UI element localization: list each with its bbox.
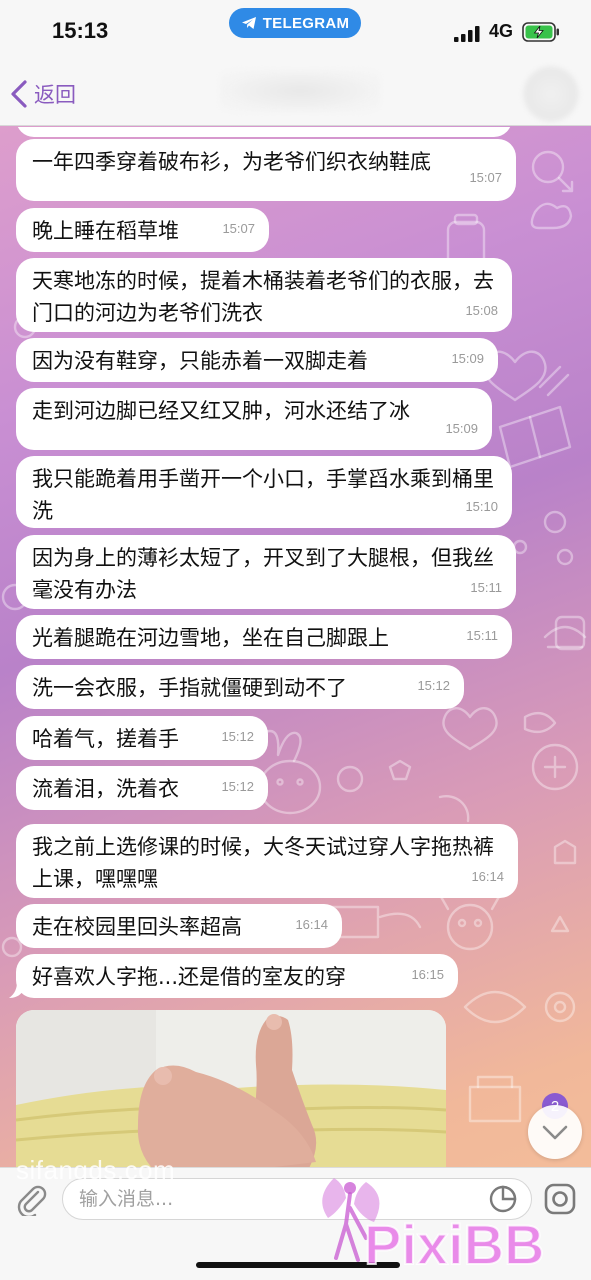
message-time: 15:11 (466, 628, 498, 643)
chat-title-obscured[interactable] (220, 70, 380, 112)
message-bubble[interactable]: 晚上睡在稻草堆 15:07 (16, 208, 269, 252)
status-time: 15:13 (52, 18, 109, 43)
message-text: 好喜欢人字拖...还是借的室友的穿 (32, 965, 347, 989)
message-bubble[interactable]: 我之前上选修课的时候，大冬天试过穿人字拖热裤上课，嘿嘿嘿 16:14 (16, 824, 518, 898)
chat-avatar[interactable] (523, 66, 579, 122)
message-time: 15:12 (221, 729, 254, 744)
message-bubble[interactable]: 天寒地冻的时候，提着木桶装着老爷们的衣服，去门口的河边为老爷们洗衣 15:08 (16, 258, 512, 332)
chevron-left-icon (11, 80, 27, 108)
message-text: 光着腿跪在河边雪地，坐在自己脚跟上 (32, 626, 389, 650)
message-time: 15:12 (221, 779, 254, 794)
message-bubble[interactable]: 哈着气，搓着手 15:12 (16, 716, 268, 760)
message-bubble[interactable]: 洗一会衣服，手指就僵硬到动不了 15:12 (16, 665, 464, 709)
photo-feet-on-towel (16, 1010, 446, 1167)
pixibb-logo-watermark: PixiBB (322, 1178, 546, 1272)
message-bubble[interactable]: 一年四季穿着破布衫，为老爷们织衣纳鞋底 15:07 (16, 139, 516, 201)
telegram-pill[interactable]: TELEGRAM (229, 8, 361, 38)
message-time: 15:09 (445, 421, 478, 436)
message-time: 15:10 (465, 499, 498, 514)
chevron-down-icon (542, 1125, 568, 1140)
paperclip-icon[interactable] (14, 1182, 48, 1216)
previous-message-fragment (16, 127, 512, 137)
message-time: 15:09 (451, 351, 484, 366)
scroll-to-bottom-button[interactable] (528, 1105, 582, 1159)
message-bubble[interactable]: 光着腿跪在河边雪地，坐在自己脚跟上 15:11 (16, 615, 512, 659)
cellular-signal-icon (454, 26, 480, 42)
message-list[interactable]: 一年四季穿着破布衫，为老爷们织衣纳鞋底 15:07 晚上睡在稻草堆 15:07 … (0, 127, 591, 1167)
chat-header: 返回 (0, 62, 591, 126)
message-text: 因为身上的薄衫太短了，开叉到了大腿根，但我丝毫没有办法 (32, 546, 494, 602)
photo-message[interactable] (16, 1010, 446, 1167)
message-time: 16:14 (295, 917, 328, 932)
telegram-icon (241, 17, 256, 29)
telegram-pill-label: TELEGRAM (262, 14, 350, 32)
battery-charging-icon (522, 22, 559, 42)
message-bubble[interactable]: 我只能跪着用手凿开一个小口，手掌舀水乘到桶里洗 15:10 (16, 456, 512, 528)
message-time: 15:11 (470, 580, 502, 595)
message-bubble[interactable]: 因为身上的薄衫太短了，开叉到了大腿根，但我丝毫没有办法 15:11 (16, 535, 516, 609)
message-time: 15:08 (465, 303, 498, 318)
message-time: 16:14 (471, 869, 504, 884)
message-text: 一年四季穿着破布衫，为老爷们织衣纳鞋底 (32, 150, 431, 174)
status-bar: 15:13 TELEGRAM 4G (0, 0, 591, 62)
message-bubble[interactable]: 因为没有鞋穿，只能赤着一双脚走着 15:09 (16, 338, 498, 382)
message-text: 走到河边脚已经又红又肿，河水还结了冰 (32, 399, 410, 423)
back-label: 返回 (34, 83, 76, 107)
message-bubble[interactable]: 走到河边脚已经又红又肿，河水还结了冰 15:09 (16, 388, 492, 450)
bubble-tail (9, 982, 25, 998)
message-time: 15:07 (222, 221, 255, 236)
message-time: 15:12 (417, 678, 450, 693)
network-type: 4G (489, 21, 514, 41)
message-text: 因为没有鞋穿，只能赤着一双脚走着 (32, 349, 368, 373)
message-text: 洗一会衣服，手指就僵硬到动不了 (32, 676, 347, 700)
message-text: 我之前上选修课的时候，大冬天试过穿人字拖热裤上课，嘿嘿嘿 (32, 835, 494, 891)
message-time: 16:15 (411, 967, 444, 982)
back-button[interactable]: 返回 (8, 76, 76, 112)
message-bubble[interactable]: 走在校园里回头率超高 16:14 (16, 904, 342, 948)
logo-text: PixiBB (364, 1213, 545, 1272)
message-bubble[interactable]: 流着泪，洗着衣 15:12 (16, 766, 268, 810)
message-text: 走在校园里回头率超高 (32, 915, 242, 939)
watermark-site-text: sifangds.com (16, 1155, 176, 1185)
message-text: 我只能跪着用手凿开一个小口，手掌舀水乘到桶里洗 (32, 467, 494, 523)
message-time: 15:07 (469, 170, 502, 185)
message-text: 天寒地冻的时候，提着木桶装着老爷们的衣服，去门口的河边为老爷们洗衣 (32, 269, 494, 325)
message-bubble[interactable]: 好喜欢人字拖...还是借的室友的穿 16:15 (9, 954, 458, 998)
